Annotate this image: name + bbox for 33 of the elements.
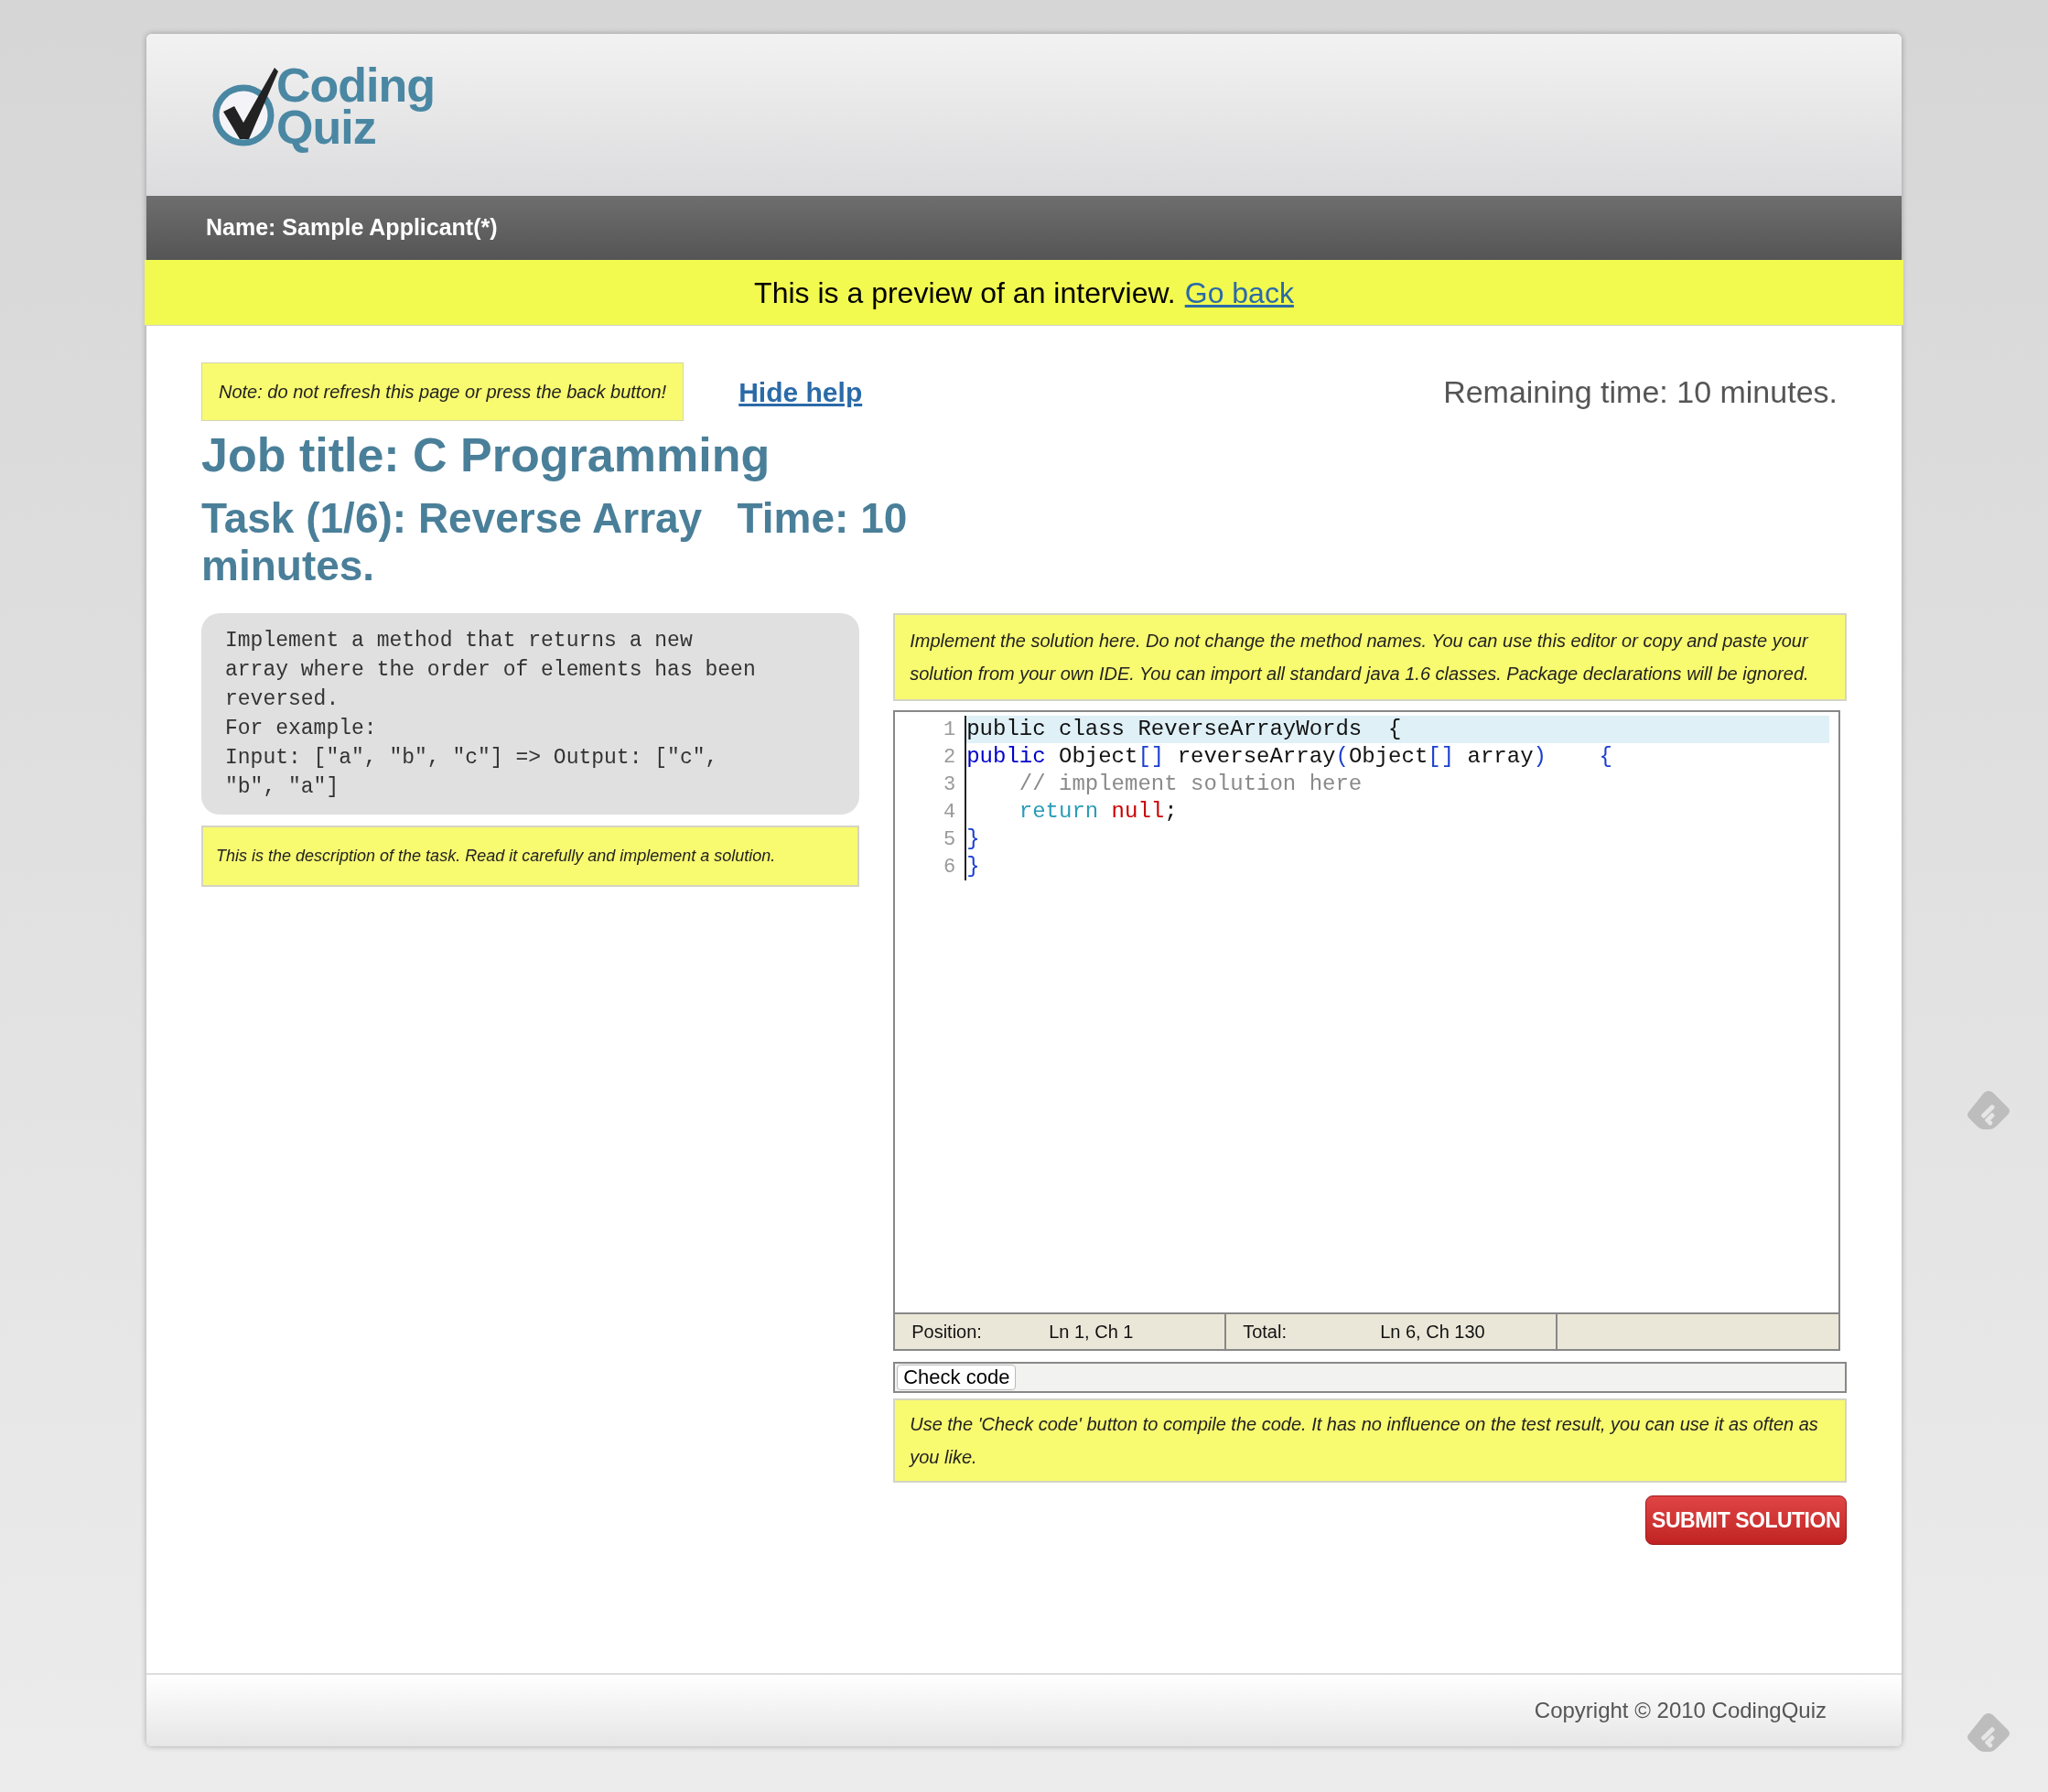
- remaining-time: Remaining time: 10 minutes.: [1443, 372, 1838, 411]
- editor-help: Implement the solution here. Do not change the method names. You can use this editor or copy and paste your solution from your own IDE. You can import all standard java 1.6 classes. Package declarations will be ignored.: [893, 613, 1847, 701]
- copyright-text: Copyright © 2010 CodingQuiz: [1534, 1697, 1827, 1724]
- hide-help-link[interactable]: Hide help: [738, 371, 863, 413]
- line-number: 1: [943, 717, 957, 743]
- description-help: This is the description of the task. Read it carefully and implement a solution.: [201, 826, 860, 887]
- description-line: array where the order of elements has been: [225, 657, 757, 684]
- task-title: Task (1/6): Reverse Array Time: 10 minutes.: [201, 494, 909, 589]
- description-line: For example:: [225, 716, 378, 742]
- job-title: Job title: C Programming: [201, 427, 771, 483]
- description-line: Implement a method that returns a new: [225, 628, 694, 654]
- code-editor[interactable]: 1 public class ReverseArrayWords { 2 public Object[] reverseArray(Object[] array) { 3 // implement solution here 4 return null; 5 } 6 } Position: Ln 1, Ch 1 Total: Ln 6, Ch 130: [893, 710, 1841, 1351]
- status-label: Position:: [911, 1321, 983, 1344]
- check-code-button[interactable]: Check code: [897, 1365, 1017, 1390]
- description-line: Input: ["a", "b", "c"] => Output: ["c",: [225, 745, 719, 772]
- status-value: Ln 6, Ch 130: [1380, 1321, 1485, 1344]
- submit-solution-button[interactable]: SUBMIT SOLUTION: [1645, 1495, 1847, 1545]
- description-line: reversed.: [225, 686, 340, 713]
- line-number: 2: [943, 744, 957, 771]
- description-line: "b", "a"]: [225, 774, 340, 801]
- status-label: Total:: [1243, 1321, 1288, 1344]
- note-box: Note: do not refresh this page or press the back button!: [201, 362, 684, 421]
- preview-text: This is a preview of an interview.: [754, 275, 1176, 311]
- go-back-link[interactable]: Go back: [1184, 270, 1294, 315]
- status-value: Ln 1, Ch 1: [1049, 1321, 1134, 1344]
- feed-icon[interactable]: [1966, 1713, 2011, 1754]
- line-number: 5: [943, 826, 957, 853]
- line-number: 4: [943, 799, 957, 826]
- applicant-name: Name: Sample Applicant(*): [206, 213, 498, 243]
- feed-icon[interactable]: [1966, 1091, 2011, 1131]
- line-number: 6: [943, 854, 957, 880]
- line-number: 3: [943, 772, 957, 798]
- check-help: Use the 'Check code' button to compile the code. It has no influence on the test result, you can use it as often as you like.: [893, 1398, 1847, 1483]
